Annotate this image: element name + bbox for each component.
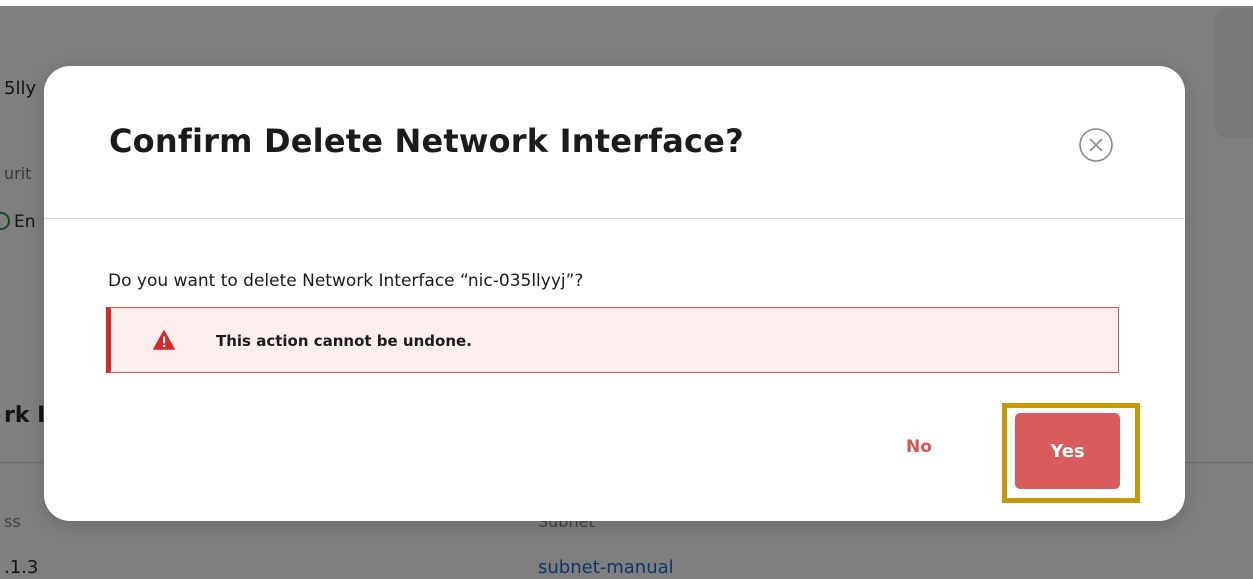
warning-triangle-icon <box>153 330 175 350</box>
dialog-prompt: Do you want to delete Network Interface … <box>108 271 584 291</box>
warning-text: This action cannot be undone. <box>216 332 472 350</box>
no-button[interactable]: No <box>906 437 932 457</box>
dialog-divider <box>44 218 1185 219</box>
yes-button[interactable]: Yes <box>1015 413 1120 489</box>
warning-alert: This action cannot be undone. <box>106 307 1119 373</box>
confirm-delete-dialog: Confirm Delete Network Interface? Do you… <box>44 66 1185 521</box>
dialog-title: Confirm Delete Network Interface? <box>109 122 744 160</box>
close-circle-icon[interactable] <box>1077 126 1115 164</box>
top-strip <box>0 0 1253 6</box>
